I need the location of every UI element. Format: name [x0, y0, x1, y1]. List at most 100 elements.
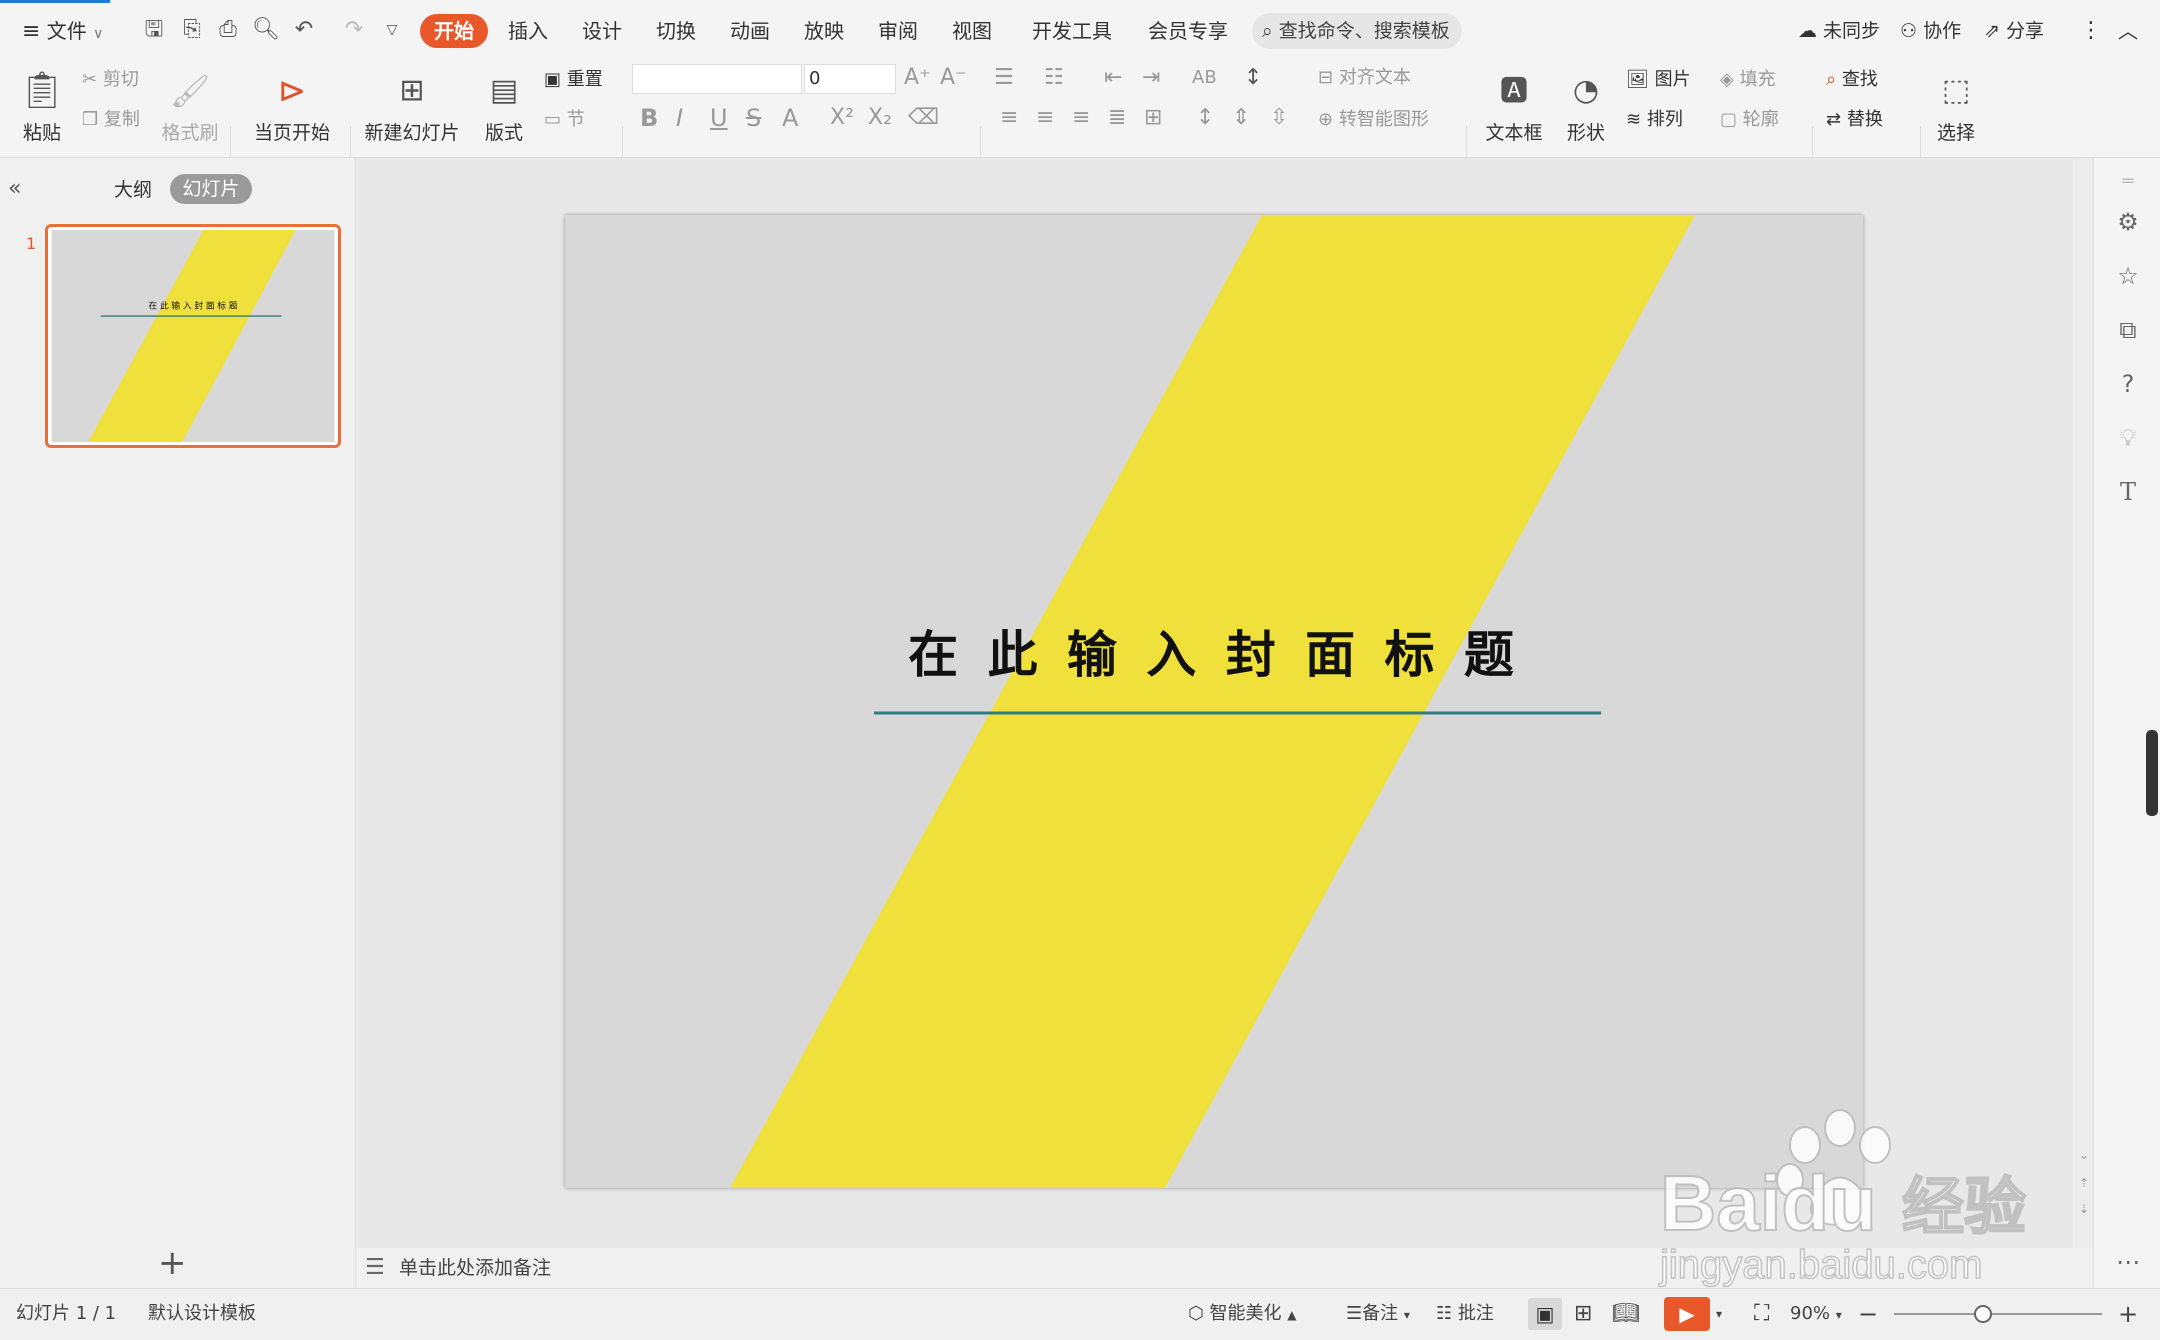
zoom-in-icon[interactable]: +	[2118, 1289, 2138, 1339]
play-options-icon[interactable]: ▾	[1716, 1289, 1722, 1339]
picture-button[interactable]: 🖼︎ 图片	[1626, 66, 1691, 94]
play-from-current-button[interactable]: ⊳ 当页开始	[242, 64, 342, 145]
find-button[interactable]: ⌕ 查找	[1826, 66, 1878, 94]
command-search-box[interactable]: ⌕ 查找命令、搜索模板	[1252, 13, 1462, 49]
text-direction-icon[interactable]: AB	[1192, 64, 1217, 92]
slide[interactable]: 在 此 输 入 封 面 标 题	[565, 215, 1863, 1188]
comments-button[interactable]: ☷ 批注	[1436, 1289, 1494, 1339]
zoom-level[interactable]: 90% ▾	[1790, 1289, 1842, 1339]
template-name[interactable]: 默认设计模板	[148, 1289, 256, 1339]
copy-button[interactable]: ❐ 复制	[82, 106, 140, 134]
smart-beautify-button[interactable]: ⬡ 智能美化 ▲	[1188, 1289, 1296, 1339]
zoom-slider-track[interactable]	[1894, 1313, 2102, 1315]
print-icon[interactable]: ⎙	[214, 16, 242, 44]
increase-indent-icon[interactable]: ⇥	[1142, 64, 1160, 92]
tab-transition[interactable]: 切换	[656, 14, 696, 48]
file-menu[interactable]: ≡ 文件 ∨	[22, 14, 103, 48]
select-button[interactable]: ⬚ 选择	[1928, 64, 1984, 145]
tab-slideshow[interactable]: 放映	[804, 14, 844, 48]
properties-icon[interactable]: ⚙	[2114, 208, 2142, 236]
normal-view-icon[interactable]: ▣	[1528, 1298, 1562, 1330]
smartart-button[interactable]: ⊕ 转智能图形	[1318, 106, 1429, 134]
align-text-button[interactable]: ⊟ 对齐文本	[1318, 64, 1411, 92]
subscript-icon[interactable]: X₂	[868, 104, 892, 132]
collapse-panel-icon[interactable]: «	[8, 176, 21, 201]
animation-icon[interactable]: ☆	[2114, 262, 2142, 290]
notes-toggle-button[interactable]: ☰备注 ▾	[1346, 1289, 1410, 1339]
tab-design[interactable]: 设计	[582, 14, 622, 48]
yellow-diagonal-band[interactable]	[730, 215, 1695, 1188]
font-size-select[interactable]: 0	[804, 64, 896, 94]
clear-format-icon[interactable]: ⌫	[908, 104, 939, 132]
justify-icon[interactable]: ≣	[1108, 104, 1126, 132]
next-slide-icon[interactable]: ⇣	[2079, 1202, 2089, 1216]
bold-icon[interactable]: B	[640, 104, 658, 132]
fill-button[interactable]: ◈ 填充	[1720, 66, 1776, 94]
paste-button[interactable]: 📋︎ 粘贴	[14, 64, 70, 145]
print-preview-icon[interactable]: 🔍︎	[252, 16, 280, 44]
tab-view[interactable]: 视图	[952, 14, 992, 48]
paragraph-spacing-icon[interactable]: ⇕	[1232, 104, 1250, 132]
side-handle[interactable]	[2146, 730, 2158, 816]
cut-button[interactable]: ✂ 剪切	[82, 66, 139, 94]
reset-button[interactable]: ▣ 重置	[544, 66, 603, 94]
lightbulb-icon[interactable]: 💡︎	[2114, 424, 2142, 452]
customize-toolbar-icon[interactable]: ▽	[378, 16, 406, 44]
tab-home[interactable]: 开始	[420, 14, 488, 48]
sync-status[interactable]: ☁ 未同步	[1798, 16, 1880, 46]
scroll-down-icon[interactable]: ⌄	[2079, 1148, 2089, 1162]
shape-button[interactable]: ◔ 形状	[1558, 64, 1614, 145]
play-slideshow-button[interactable]: ▶	[1664, 1297, 1710, 1331]
tab-slides[interactable]: 幻灯片	[170, 174, 252, 204]
slide-thumbnail[interactable]: 在 此 输 入 封 面 标 题	[45, 224, 341, 448]
format-painter-button[interactable]: 🖌︎ 格式刷	[160, 64, 220, 145]
font-family-select[interactable]	[632, 64, 802, 94]
undo-icon[interactable]: ↶	[290, 16, 318, 44]
reading-view-icon[interactable]: 📖︎	[1612, 1289, 1640, 1339]
line-spacing-icon[interactable]: ↕	[1196, 104, 1214, 132]
more-options-icon[interactable]: ⋮	[2080, 16, 2102, 46]
slide-sorter-icon[interactable]: ⊞	[1574, 1289, 1592, 1339]
redo-icon[interactable]: ↷	[340, 16, 368, 44]
transition-icon[interactable]: ⧉	[2114, 316, 2142, 344]
collapse-ribbon-icon[interactable]: ︿	[2118, 16, 2138, 46]
tab-insert[interactable]: 插入	[508, 14, 548, 48]
save-icon[interactable]: 🖫	[140, 16, 168, 44]
tab-developer[interactable]: 开发工具	[1032, 14, 1112, 48]
more-icon[interactable]: ⋯	[2114, 1248, 2142, 1276]
tab-member[interactable]: 会员专享	[1148, 14, 1228, 48]
slide-title[interactable]: 在 此 输 入 封 面 标 题	[565, 615, 1863, 687]
increase-font-icon[interactable]: A⁺	[904, 64, 931, 92]
strikethrough-icon[interactable]: S	[746, 104, 761, 132]
underline-icon[interactable]: U	[710, 104, 728, 132]
decrease-font-icon[interactable]: A⁻	[940, 64, 967, 92]
numbered-list-icon[interactable]: ☷	[1044, 64, 1064, 92]
align-left-icon[interactable]: ≡	[1000, 104, 1018, 132]
bullet-list-icon[interactable]: ☰	[994, 64, 1014, 92]
prev-slide-icon[interactable]: ⇡	[2079, 1176, 2089, 1190]
column-icon[interactable]: ⇳	[1270, 104, 1288, 132]
fit-window-icon[interactable]: ⛶	[1754, 1289, 1769, 1339]
tab-outline[interactable]: 大纲	[114, 176, 152, 204]
zoom-out-icon[interactable]: −	[1858, 1289, 1878, 1339]
text-tool-icon[interactable]: T	[2114, 478, 2142, 506]
textbox-button[interactable]: 🅰︎ 文本框	[1478, 64, 1550, 145]
add-slide-icon[interactable]: +	[158, 1246, 187, 1280]
help-icon[interactable]: ?	[2114, 370, 2142, 398]
collaborate-button[interactable]: ⚇ 协作	[1900, 16, 1961, 46]
align-right-icon[interactable]: ≡	[1072, 104, 1090, 132]
arrange-button[interactable]: ≋ 排列	[1626, 106, 1683, 134]
replace-button[interactable]: ⇄ 替换	[1826, 106, 1883, 134]
distribute-icon[interactable]: ⊞	[1144, 104, 1162, 132]
outline-button[interactable]: ▢ 轮廓	[1720, 106, 1779, 134]
decrease-indent-icon[interactable]: ⇤	[1104, 64, 1122, 92]
section-button[interactable]: ▭ 节	[544, 106, 585, 134]
export-icon[interactable]: ⎘	[178, 16, 206, 44]
share-button[interactable]: ⇗ 分享	[1984, 16, 2044, 46]
font-color-icon[interactable]: A	[782, 104, 798, 132]
zoom-slider-thumb[interactable]	[1974, 1305, 1992, 1323]
superscript-icon[interactable]: X²	[830, 104, 854, 132]
italic-icon[interactable]: I	[676, 104, 683, 132]
layout-button[interactable]: ▤ 版式	[478, 64, 530, 145]
tab-animation[interactable]: 动画	[730, 14, 770, 48]
